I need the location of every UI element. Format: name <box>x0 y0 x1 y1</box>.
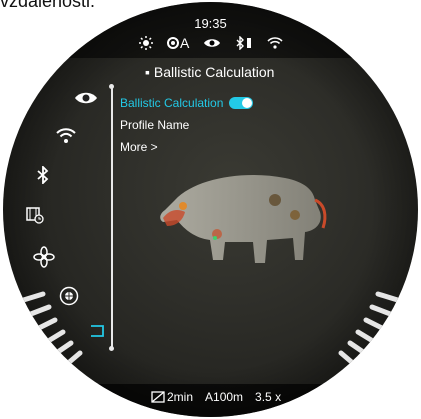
zoom-value: 3.5 x <box>255 390 282 404</box>
sleep-timer: 2min <box>151 390 193 404</box>
range-value: A100m <box>205 390 244 404</box>
thermal-viewport: 19:35 A ▪ Ballistic Calculation Ballisti… <box>3 2 418 417</box>
sleep-timer-icon <box>151 391 165 403</box>
bottom-info: 2min A100m 3.5 x <box>151 390 281 404</box>
edge-scale-ticks <box>14 291 407 373</box>
